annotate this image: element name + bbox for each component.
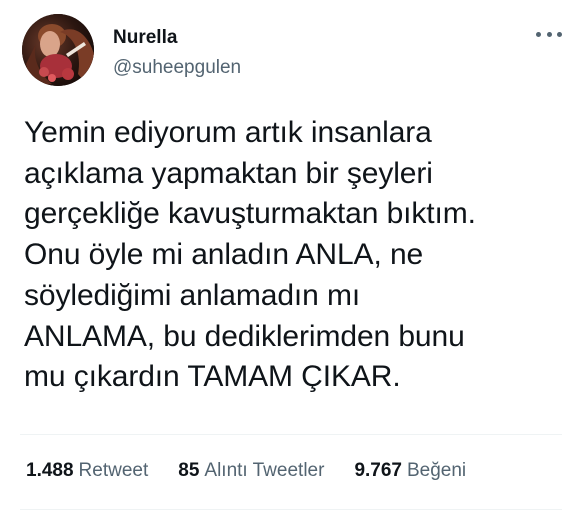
divider <box>20 509 562 510</box>
avatar-image <box>22 14 94 86</box>
author-handle[interactable]: @suheepgulen <box>113 57 241 79</box>
quotes-label: Alıntı Tweetler <box>204 460 325 481</box>
retweets-stat[interactable]: 1.488 Retweet <box>26 459 148 483</box>
likes-label: Beğeni <box>406 460 467 481</box>
more-dot <box>536 31 541 37</box>
more-dot <box>557 31 562 37</box>
more-horizontal-icon[interactable] <box>536 24 562 44</box>
divider <box>20 434 562 435</box>
retweets-label: Retweet <box>78 460 149 481</box>
likes-count: 9.767 <box>354 460 402 481</box>
author-name[interactable]: Nurella <box>113 27 177 49</box>
quotes-count: 85 <box>178 460 200 481</box>
retweets-count: 1.488 <box>26 460 74 481</box>
avatar[interactable] <box>22 14 94 86</box>
tweet-header: Nurella @suheepgulen <box>22 14 562 86</box>
tweet-detail: Nurella @suheepgulen Yemin ediyorum artı… <box>0 0 583 526</box>
more-dot <box>546 31 552 37</box>
quotes-stat[interactable]: 85 Alıntı Tweetler <box>178 459 324 483</box>
tweet-text: Yemin ediyorum artık insanlara açıklama … <box>24 116 476 394</box>
likes-stat[interactable]: 9.767 Beğeni <box>354 459 466 483</box>
tweet-stats: 1.488 Retweet 85 Alıntı Tweetler 9.767 B… <box>26 459 466 483</box>
